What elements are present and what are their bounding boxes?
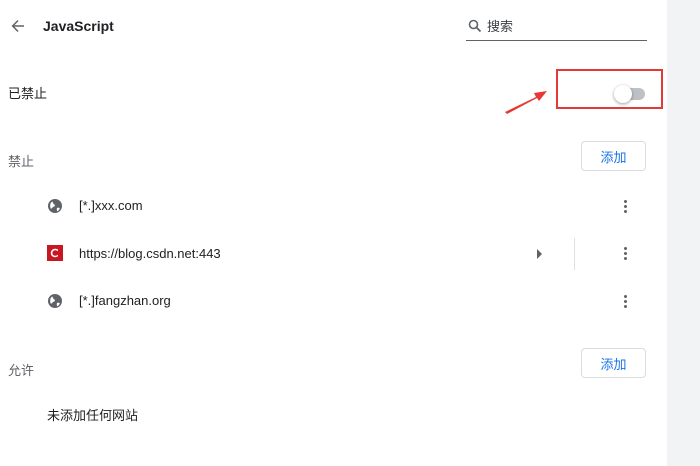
search-icon: [468, 19, 482, 33]
blocked-site-3[interactable]: [*.]fangzhan.org: [79, 293, 171, 309]
csdn-favicon-icon: [47, 245, 63, 261]
empty-allowed-text: 未添加任何网站: [47, 408, 139, 423]
add-allowed-button[interactable]: 添加: [581, 348, 646, 378]
back-arrow-icon[interactable]: [8, 16, 28, 36]
more-options-icon[interactable]: [615, 291, 635, 311]
more-options-icon[interactable]: [615, 243, 635, 263]
chevron-right-icon[interactable]: [536, 249, 544, 259]
blocked-section-label: 禁止: [8, 154, 35, 169]
search-box[interactable]: [466, 16, 647, 41]
vertical-divider: [574, 238, 575, 270]
globe-icon: [48, 199, 62, 213]
allowed-section-label: 允许: [8, 363, 35, 378]
add-blocked-button[interactable]: 添加: [581, 141, 646, 171]
globe-icon: [48, 294, 62, 308]
blocked-site-2[interactable]: https://blog.csdn.net:443: [79, 246, 221, 262]
highlight-box: [556, 69, 663, 109]
blocked-site-1[interactable]: [*.]xxx.com: [79, 198, 143, 214]
scrollbar-track[interactable]: [667, 0, 700, 466]
page-title: JavaScript: [43, 18, 114, 34]
search-input[interactable]: [487, 16, 642, 36]
blocked-status-label: 已禁止: [8, 86, 48, 101]
more-options-icon[interactable]: [615, 196, 635, 216]
settings-panel: JavaScript 已禁止 禁止 添加 [*.]xxx.com https:/…: [0, 0, 667, 466]
annotation-arrow-icon: [505, 91, 547, 114]
